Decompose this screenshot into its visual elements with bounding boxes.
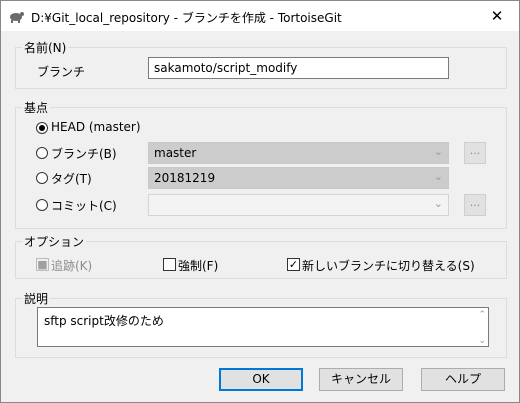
branch-name-input[interactable]: sakamoto/script_modify	[148, 57, 449, 79]
title-bar: D:¥Git_local_repository - ブランチを作成 - Tort…	[1, 1, 519, 31]
ok-button[interactable]: OK	[219, 368, 303, 391]
base-group-legend: 基点	[24, 101, 49, 115]
branch-browse-button[interactable]: ...	[464, 142, 486, 164]
help-button[interactable]: ヘルプ	[421, 368, 505, 391]
commit-radio[interactable]	[36, 199, 48, 211]
head-radio-label[interactable]: HEAD (master)	[51, 120, 141, 134]
name-group-legend: 名前(N)	[24, 41, 67, 55]
window-title: D:¥Git_local_repository - ブランチを作成 - Tort…	[31, 11, 342, 25]
chevron-down-icon: ⌄	[433, 145, 443, 158]
description-text: sftp script改修のため	[44, 314, 164, 328]
tag-select-value: 20181219	[154, 171, 216, 185]
switch-checkbox-label[interactable]: 新しいブランチに切り替える(S)	[302, 257, 475, 274]
track-checkbox-label[interactable]: 追跡(K)	[51, 257, 92, 274]
switch-checkbox[interactable]: ✓	[287, 258, 300, 271]
branch-select[interactable]: master ⌄	[148, 142, 449, 164]
commit-radio-label[interactable]: コミット(C)	[51, 197, 117, 214]
track-checkbox[interactable]: ■	[36, 258, 49, 271]
chevron-down-icon: ⌄	[433, 170, 443, 183]
tag-radio[interactable]	[36, 172, 48, 184]
branch-radio-label[interactable]: ブランチ(B)	[51, 145, 117, 162]
commit-select[interactable]: ⌄	[148, 194, 449, 216]
scroll-down-icon[interactable]: ⌄	[478, 336, 486, 346]
tag-select[interactable]: 20181219 ⌄	[148, 167, 449, 189]
close-icon[interactable]: ✕	[485, 5, 509, 27]
chevron-down-icon: ⌄	[433, 197, 443, 210]
branch-name-label: ブランチ	[37, 65, 86, 79]
scroll-up-icon[interactable]: ⌃	[478, 310, 486, 320]
force-checkbox-label[interactable]: 強制(F)	[178, 257, 218, 274]
tag-radio-label[interactable]: タグ(T)	[51, 170, 92, 187]
commit-browse-button[interactable]: ...	[464, 194, 486, 216]
create-branch-dialog: D:¥Git_local_repository - ブランチを作成 - Tort…	[0, 0, 520, 403]
description-group-legend: 説明	[24, 292, 49, 306]
cancel-button[interactable]: キャンセル	[319, 368, 403, 391]
tortoisegit-icon	[10, 12, 24, 23]
options-group-legend: オプション	[24, 235, 85, 249]
branch-radio[interactable]	[36, 147, 48, 159]
head-radio[interactable]	[36, 122, 48, 134]
branch-select-value: master	[154, 146, 197, 160]
force-checkbox[interactable]	[163, 258, 176, 271]
description-textarea[interactable]: sftp script改修のため ⌃ ⌄	[37, 307, 489, 347]
